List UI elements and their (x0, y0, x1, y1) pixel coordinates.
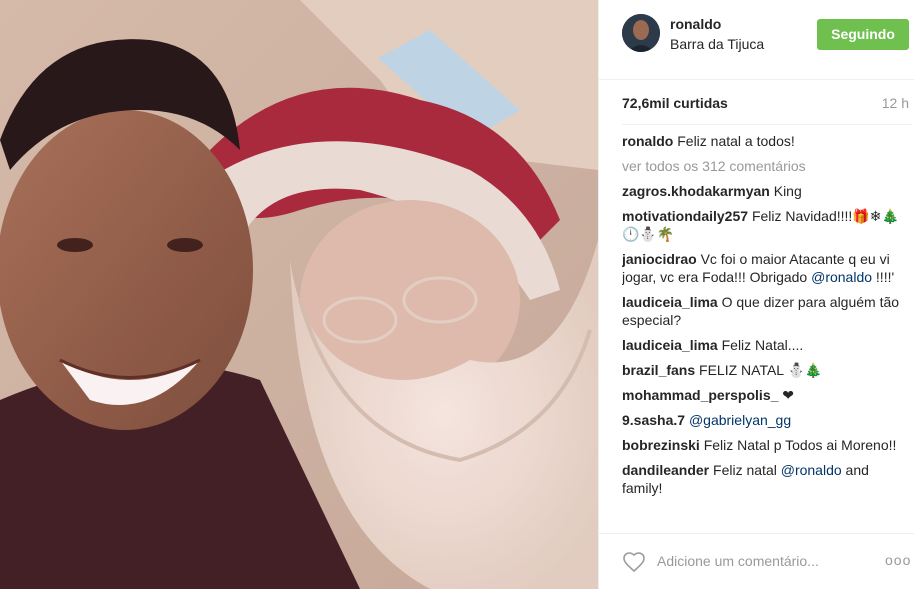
divider (622, 124, 912, 125)
comment-text-tail: !!!!' (872, 269, 895, 285)
mention-link[interactable]: @gabrielyan_gg (689, 412, 791, 428)
comment-username[interactable]: bobrezinski (622, 437, 700, 453)
caption-text: Feliz natal a todos! (677, 133, 795, 149)
comment-text: FELIZ NATAL ⛄🎄 (699, 362, 823, 378)
post-header: ronaldo Barra da Tijuca Seguindo (599, 0, 914, 80)
following-button[interactable]: Seguindo (817, 19, 909, 50)
comment-item: zagros.khodakarmyan King (622, 182, 912, 200)
comment-text: Feliz Natal p Todos ai Moreno!! (703, 437, 897, 453)
comment-text: King (773, 183, 802, 199)
comment-item: mohammad_perspolis_ ❤ (622, 386, 912, 404)
post-time: 12 h (881, 95, 909, 111)
heart-icon[interactable] (622, 550, 646, 574)
comment-item: janiocidrao Vc foi o maior Atacante q eu… (622, 250, 912, 286)
post-sidebar: ronaldo Barra da Tijuca Seguindo 72,6mil… (598, 0, 914, 589)
comment-item: 9.sasha.7 @gabrielyan_gg (622, 411, 912, 429)
add-comment-input[interactable]: Adicione um comentário... (657, 553, 819, 569)
comment-username[interactable]: janiocidrao (622, 251, 697, 267)
comment-username[interactable]: motivationdaily257 (622, 208, 748, 224)
comment-text: Feliz Natal.... (721, 337, 804, 353)
comment-username[interactable]: zagros.khodakarmyan (622, 183, 770, 199)
view-all-comments-link[interactable]: ver todos os 312 comentários (622, 157, 912, 175)
post-stats: 72,6mil curtidas 12 h (599, 80, 914, 124)
comment-username[interactable]: laudiceia_lima (622, 294, 718, 310)
comment-item: laudiceia_lima O que dizer para alguém t… (622, 293, 912, 329)
comment-username[interactable]: dandileander (622, 462, 709, 478)
comment-item: laudiceia_lima Feliz Natal.... (622, 336, 912, 354)
comment-username[interactable]: 9.sasha.7 (622, 412, 685, 428)
comment-username[interactable]: laudiceia_lima (622, 337, 718, 353)
comment-item: dandileander Feliz natal @ronaldo and fa… (622, 461, 912, 497)
comments-list: ronaldo Feliz natal a todos! ver todos o… (622, 132, 912, 527)
mention-link[interactable]: @ronaldo (781, 462, 842, 478)
avatar[interactable] (622, 14, 660, 52)
post-username[interactable]: ronaldo (670, 16, 721, 32)
likes-count[interactable]: 72,6mil curtidas (622, 95, 728, 111)
caption: ronaldo Feliz natal a todos! (622, 132, 912, 150)
comment-item: bobrezinski Feliz Natal p Todos ai Moren… (622, 436, 912, 454)
post-photo[interactable] (0, 0, 598, 589)
mention-link[interactable]: @ronaldo (811, 269, 872, 285)
comment-username[interactable]: mohammad_perspolis_ (622, 387, 778, 403)
comment-text: Feliz natal (713, 462, 777, 478)
post-location[interactable]: Barra da Tijuca (670, 36, 764, 52)
comment-bar: Adicione um comentário... ooo (599, 533, 914, 589)
comment-username[interactable]: brazil_fans (622, 362, 695, 378)
more-options-icon[interactable]: ooo (885, 552, 911, 568)
comment-username[interactable]: ronaldo (622, 133, 673, 149)
comment-text: ❤ (782, 387, 795, 403)
comment-item: brazil_fans FELIZ NATAL ⛄🎄 (622, 361, 912, 379)
comment-item: motivationdaily257 Feliz Navidad!!!!🎁❄🎄🕛… (622, 207, 912, 243)
